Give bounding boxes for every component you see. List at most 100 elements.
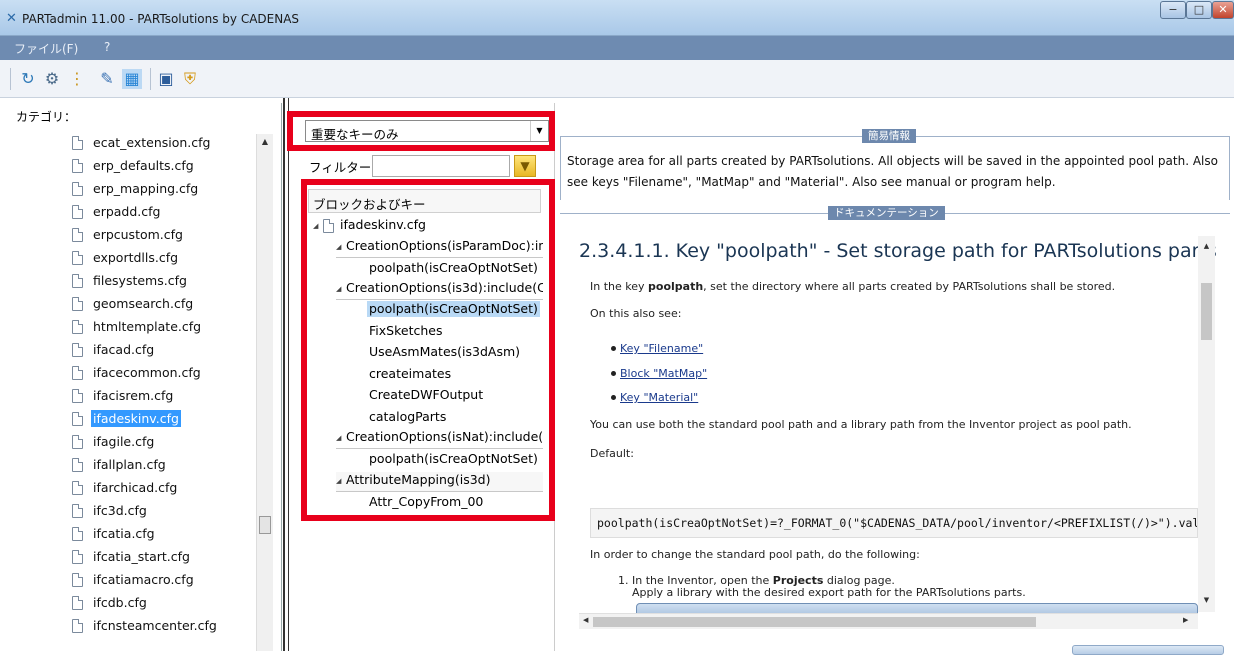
shield-icon[interactable]: ⛨ — [180, 69, 200, 89]
settings-icon[interactable]: ⚙ — [42, 69, 62, 89]
scroll-left-icon[interactable]: ◀ — [583, 616, 588, 624]
category-file-item[interactable]: erpcustom.cfg — [72, 223, 256, 246]
category-file-item[interactable]: ifarchicad.cfg — [72, 476, 256, 499]
category-file-name: ifacad.cfg — [93, 342, 155, 357]
scroll-right-icon[interactable]: ▶ — [1183, 616, 1188, 624]
doc-key-name: poolpath — [648, 280, 704, 293]
category-file-item[interactable]: geomsearch.cfg — [72, 292, 256, 315]
link-material[interactable]: Key "Material" — [620, 391, 698, 404]
filter-label: フィルター — [309, 160, 372, 175]
file-icon — [72, 158, 83, 173]
scroll-up-icon[interactable]: ▲ — [1198, 242, 1215, 254]
doc-paragraph: You can use both the standard pool path … — [590, 418, 1132, 431]
tools-icon[interactable]: ✎ — [97, 69, 117, 89]
doc-horizontal-scrollbar[interactable]: ◀ ▶ — [579, 613, 1198, 629]
bullet — [611, 346, 616, 351]
category-file-item[interactable]: ecat_extension.cfg — [72, 131, 256, 154]
category-file-item[interactable]: ifcdb.cfg — [72, 591, 256, 614]
file-icon — [72, 595, 83, 610]
grid-icon[interactable]: ▦ — [122, 69, 142, 89]
file-icon — [72, 434, 83, 449]
category-file-name: erp_mapping.cfg — [93, 181, 199, 196]
file-icon — [72, 250, 83, 265]
category-file-name: ifcatia.cfg — [93, 526, 155, 541]
category-file-item[interactable]: ifc3d.cfg — [72, 499, 256, 522]
category-file-item[interactable]: ifagile.cfg — [72, 430, 256, 453]
category-file-name: erp_defaults.cfg — [93, 158, 194, 173]
category-file-item[interactable]: filesystems.cfg — [72, 269, 256, 292]
category-file-item[interactable]: erp_mapping.cfg — [72, 177, 256, 200]
category-file-item[interactable]: htmltemplate.cfg — [72, 315, 256, 338]
category-file-item[interactable]: ifcnsteamcenter.cfg — [72, 614, 256, 637]
file-icon — [72, 549, 83, 564]
toolbar-grip — [10, 68, 11, 90]
category-file-item[interactable]: erp_defaults.cfg — [72, 154, 256, 177]
scrollbar-thumb[interactable] — [259, 516, 271, 534]
file-icon — [72, 342, 83, 357]
category-file-name: ifcnsteamcenter.cfg — [93, 618, 217, 633]
file-icon — [72, 618, 83, 633]
category-file-list: ecat_extension.cfg erp_defaults.cfg erp_ma… — [72, 131, 256, 637]
menu-file[interactable]: ファイル(F) — [14, 40, 78, 57]
category-file-item[interactable]: exportdlls.cfg — [72, 246, 256, 269]
category-scrollbar[interactable]: ▲ — [256, 134, 273, 651]
category-file-name: filesystems.cfg — [93, 273, 187, 288]
doc-text-span: , set the directory where all parts crea… — [703, 280, 1116, 293]
scrollbar-thumb[interactable] — [593, 617, 1036, 627]
category-file-item[interactable]: ifcatia_start.cfg — [72, 545, 256, 568]
summary-line: Storage area for all parts created by PA… — [567, 154, 1218, 168]
file-icon — [72, 388, 83, 403]
toolbar-separator — [150, 68, 151, 90]
save-icon[interactable]: ▣ — [156, 69, 176, 89]
file-icon — [72, 480, 83, 495]
file-icon — [72, 457, 83, 472]
doc-paragraph: Default: — [590, 447, 634, 460]
category-file-item[interactable]: ifallplan.cfg — [72, 453, 256, 476]
doc-step-sub: Apply a library with the desired export … — [632, 586, 1026, 599]
scrollbar-thumb[interactable] — [1201, 283, 1212, 340]
bullet — [611, 395, 616, 400]
category-file-name: ifcatiamacro.cfg — [93, 572, 194, 587]
file-icon — [72, 411, 83, 426]
category-file-name: htmltemplate.cfg — [93, 319, 202, 334]
doc-paragraph: On this also see: — [590, 307, 682, 320]
scroll-up-icon[interactable]: ▲ — [257, 134, 273, 150]
file-icon — [72, 181, 83, 196]
bottom-button[interactable] — [1072, 645, 1224, 655]
scroll-down-icon[interactable]: ▼ — [1198, 596, 1215, 608]
category-file-item[interactable]: ifacad.cfg — [72, 338, 256, 361]
close-button[interactable]: ✕ — [1212, 1, 1234, 19]
category-file-name: ecat_extension.cfg — [93, 135, 211, 150]
category-file-item[interactable]: ifacisrem.cfg — [72, 384, 256, 407]
category-file-name: ifcatia_start.cfg — [93, 549, 190, 564]
category-file-name: geomsearch.cfg — [93, 296, 194, 311]
category-file-item[interactable]: erpadd.cfg — [72, 200, 256, 223]
link-matmap[interactable]: Block "MatMap" — [620, 367, 707, 380]
doc-vertical-scrollbar[interactable]: ▲ ▼ — [1198, 236, 1215, 612]
refresh-icon[interactable]: ↻ — [18, 69, 38, 89]
pane-splitter[interactable] — [283, 98, 289, 651]
tree-icon[interactable]: ⋮ — [67, 69, 87, 89]
title-bar: ✕ PARTadmin 11.00 - PARTsolutions by CAD… — [0, 0, 1234, 36]
summary-line: see keys "Filename", "MatMap" and "Mater… — [567, 175, 1056, 189]
menu-help[interactable]: ? — [104, 40, 110, 54]
category-file-item[interactable]: ifadeskinv.cfg — [72, 407, 256, 430]
code-default: poolpath(isCreaOptNotSet)=?_FORMAT_0("$C… — [590, 508, 1198, 538]
filter-icon[interactable]: ▼ — [514, 155, 536, 177]
category-file-name: ifc3d.cfg — [93, 503, 147, 518]
doc-paragraph: In order to change the standard pool pat… — [590, 548, 920, 561]
maximize-button[interactable]: □ — [1186, 1, 1212, 19]
minimize-button[interactable]: − — [1160, 1, 1186, 19]
category-file-item[interactable]: ifcatia.cfg — [72, 522, 256, 545]
category-file-name: ifacecommon.cfg — [93, 365, 201, 380]
link-filename[interactable]: Key "Filename" — [620, 342, 703, 355]
category-file-item[interactable]: ifacecommon.cfg — [72, 361, 256, 384]
category-file-name: erpcustom.cfg — [93, 227, 183, 242]
category-file-item[interactable]: ifcatiamacro.cfg — [72, 568, 256, 591]
doc-title: 2.3.4.1.1. Key "poolpath" - Set storage … — [579, 240, 1217, 262]
file-icon — [72, 319, 83, 334]
file-icon — [72, 273, 83, 288]
highlight-box-tree — [301, 179, 555, 521]
file-icon — [72, 204, 83, 219]
filter-input[interactable] — [372, 155, 510, 177]
